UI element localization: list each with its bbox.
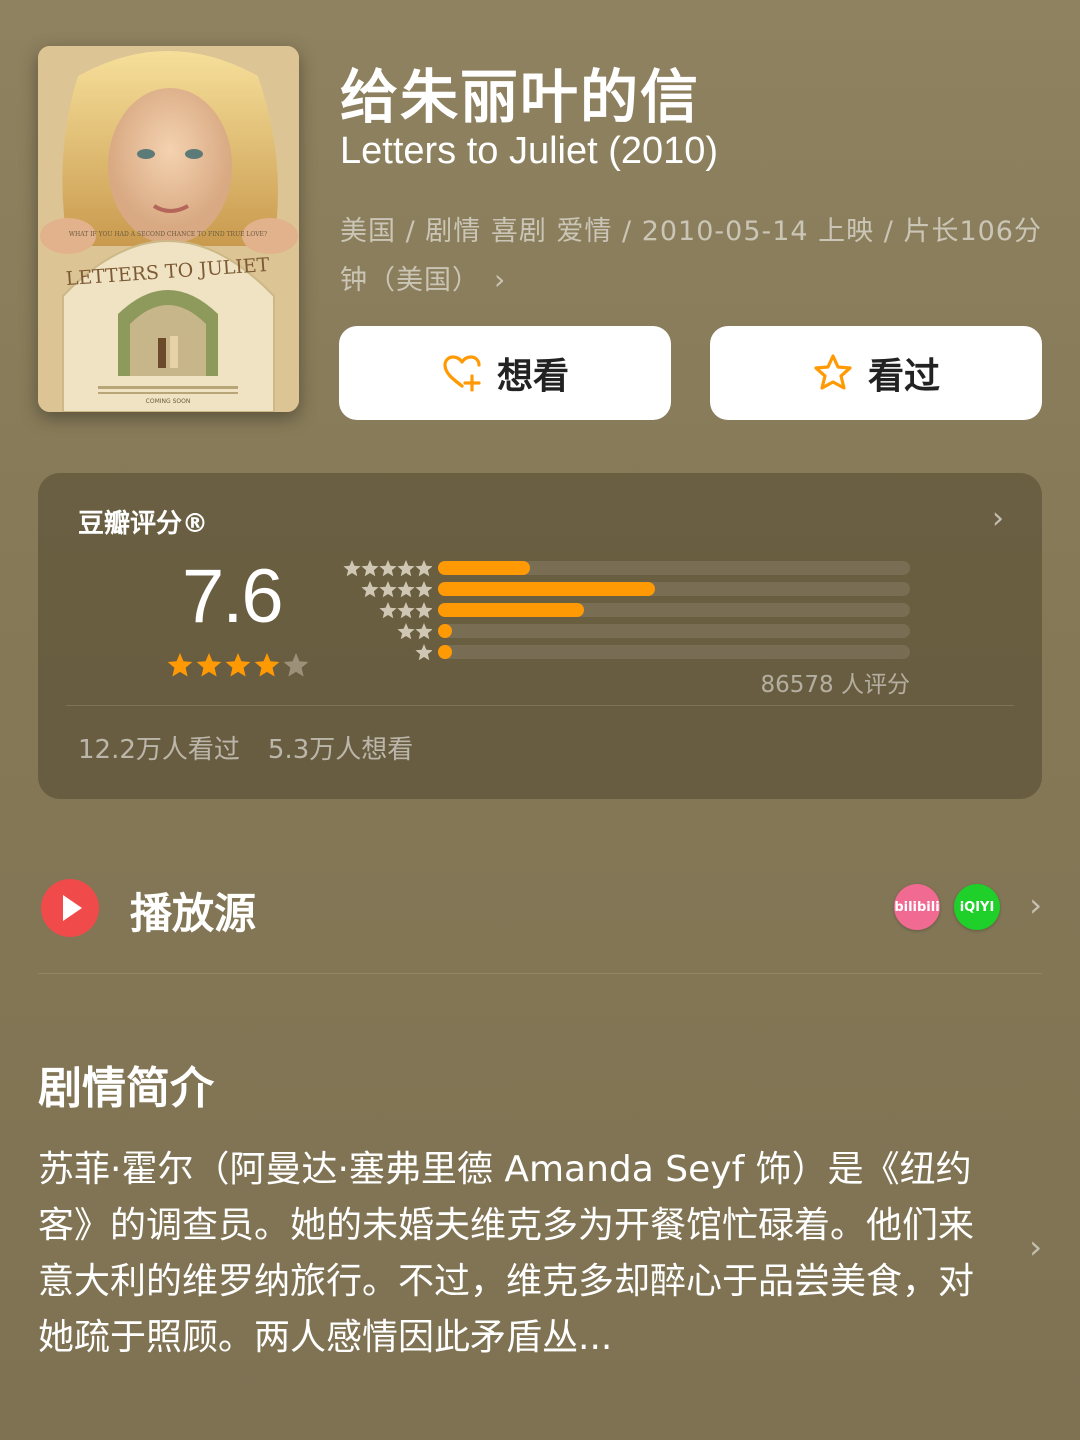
movie-poster[interactable]: WHAT IF YOU HAD A SECOND CHANCE TO FIND … (38, 46, 299, 412)
watched-label: 看过 (867, 356, 940, 397)
star-empty-icon (283, 653, 309, 677)
synopsis-title: 剧情简介 (38, 1063, 214, 1114)
rating-source-label: 豆瓣评分® (78, 509, 209, 539)
movie-title-cn: 给朱丽叶的信 (340, 63, 701, 131)
watch-stats: 12.2万人看过 5.3万人想看 (78, 729, 413, 766)
want-count: 5.3万人想看 (267, 735, 414, 765)
distribution-star-icon (361, 560, 379, 577)
play-source-row[interactable]: 播放源 bilibili iQIYI › (38, 876, 1042, 940)
play-source-chevron-icon: › (1029, 886, 1042, 924)
poster-image: WHAT IF YOU HAD A SECOND CHANCE TO FIND … (38, 46, 299, 412)
want-to-watch-label: 想看 (496, 356, 569, 397)
card-divider (66, 705, 1014, 706)
distribution-star-icon (415, 623, 432, 640)
rating-count: 86578 人评分 (760, 672, 910, 698)
distribution-star-icon (415, 644, 432, 661)
distribution-star-icon (361, 581, 379, 598)
rating-bar-2-star (438, 624, 910, 638)
poster-tagline: WHAT IF YOU HAD A SECOND CHANCE TO FIND … (69, 231, 267, 238)
star-filled-icon (167, 653, 193, 677)
rating-distribution (438, 561, 910, 666)
star-filled-icon (225, 653, 251, 677)
rating-card[interactable]: 豆瓣评分® › 7.6 86578 人评分 12.2万人看过 5.3万人想看 (38, 473, 1042, 799)
distribution-star-icon (343, 560, 361, 577)
distribution-star-icon (379, 560, 397, 577)
star-filled-icon (196, 653, 222, 677)
rating-bar-fill (438, 561, 531, 575)
want-to-watch-button[interactable]: 想看 (339, 326, 671, 420)
rating-bar-1-star (438, 645, 910, 659)
seen-count: 12.2万人看过 (78, 735, 240, 765)
movie-meta[interactable]: 美国 / 剧情 喜剧 爱情 / 2010-05-14 上映 / 片长106分钟（… (340, 208, 1045, 305)
section-divider (38, 973, 1042, 974)
rating-bar-5-star (438, 561, 910, 575)
iqiyi-icon[interactable]: iQIYI (954, 884, 1000, 930)
distribution-star-icon (415, 560, 432, 577)
distribution-star-icon (397, 560, 415, 577)
play-icon (41, 879, 99, 937)
rating-chevron-icon: › (992, 501, 1004, 536)
star-outline-icon (814, 354, 852, 390)
synopsis-text[interactable]: 苏菲·霍尔（阿曼达·塞弗里德 Amanda Seyf 饰）是《纽约客》的调查员。… (38, 1142, 1008, 1366)
heart-plus-icon (443, 355, 481, 392)
rating-bar-fill (438, 582, 656, 596)
star-filled-icon (254, 653, 280, 677)
rating-bar-fill (438, 603, 585, 617)
rating-score: 7.6 (182, 554, 284, 639)
rating-bar-3-star (438, 603, 910, 617)
rating-bar-4-star (438, 582, 910, 596)
synopsis-chevron-icon[interactable]: › (1029, 1228, 1042, 1266)
distribution-star-icon (415, 581, 432, 598)
distribution-star-icon (397, 581, 415, 598)
distribution-star-icon (397, 602, 415, 619)
meta-chevron-icon: › (494, 263, 507, 296)
watched-button[interactable]: 看过 (710, 326, 1042, 420)
movie-title-en: Letters to Juliet (2010) (340, 130, 719, 172)
distribution-star-icon (379, 602, 397, 619)
poster-footer: COMING SOON (146, 398, 191, 405)
movie-meta-text: 美国 / 剧情 喜剧 爱情 / 2010-05-14 上映 / 片长106分钟（… (340, 216, 1042, 296)
distribution-star-labels (343, 560, 432, 661)
distribution-star-icon (415, 602, 432, 619)
distribution-star-icon (397, 623, 415, 640)
rating-bar-fill (438, 645, 453, 659)
distribution-star-icon (379, 581, 397, 598)
rating-stars (167, 653, 309, 677)
rating-bar-fill (438, 624, 453, 638)
bilibili-icon[interactable]: bilibili (894, 884, 940, 930)
play-source-title: 播放源 (130, 889, 257, 938)
